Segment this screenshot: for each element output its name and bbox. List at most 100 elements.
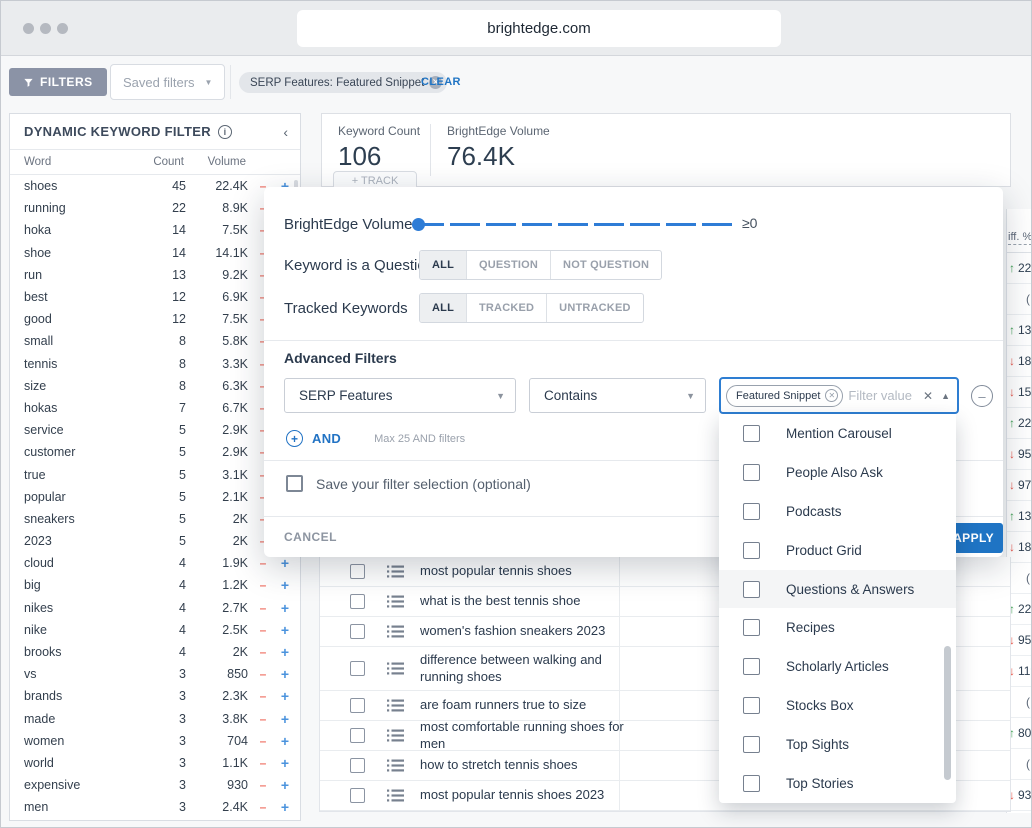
exclude-word-button[interactable]: – (250, 712, 276, 726)
info-icon[interactable]: i (218, 125, 232, 139)
question-option-question[interactable]: QUESTION (467, 251, 551, 279)
active-filter-chip[interactable]: SERP Features: Featured Snippet ✕ (239, 72, 447, 93)
include-word-button[interactable]: + (276, 577, 294, 593)
option-checkbox[interactable] (743, 581, 760, 598)
clear-values-icon[interactable]: ✕ (923, 389, 933, 403)
volume-slider[interactable] (414, 222, 734, 227)
dropdown-option[interactable]: People Also Ask (719, 453, 956, 492)
dropdown-option[interactable]: Mention Carousel (719, 414, 956, 453)
option-checkbox[interactable] (743, 658, 760, 675)
add-and-filter-button[interactable]: AND (312, 431, 341, 446)
option-checkbox[interactable] (743, 542, 760, 559)
include-word-button[interactable]: + (276, 600, 294, 616)
diff-value-text: 80% (1018, 726, 1032, 740)
include-word-button[interactable]: + (276, 644, 294, 660)
exclude-word-button[interactable]: – (250, 734, 276, 748)
diff-value-text: 22% (1018, 416, 1032, 430)
option-checkbox[interactable] (743, 736, 760, 753)
include-word-button[interactable]: + (276, 555, 294, 571)
row-checkbox[interactable] (350, 698, 365, 713)
chevron-up-icon[interactable]: ▲ (941, 391, 950, 401)
dropdown-option[interactable]: Top Sights (719, 725, 956, 764)
keyword-count: 3 (138, 734, 186, 748)
operator-select[interactable]: Contains ▼ (529, 378, 706, 413)
exclude-word-button[interactable]: – (250, 623, 276, 637)
remove-value-icon[interactable]: ✕ (825, 389, 838, 402)
keyword-volume: 22.4K (186, 179, 250, 193)
exclude-word-button[interactable]: – (250, 556, 276, 570)
diff-value-text: 18% (1018, 540, 1032, 554)
window-control-dot[interactable] (57, 23, 68, 34)
up-arrow-icon: ↑ (1009, 261, 1015, 275)
stats-card: Keyword Count 106 BrightEdge Volume 76.4… (321, 113, 1011, 187)
include-word-button[interactable]: + (276, 777, 294, 793)
up-arrow-icon: ↑ (1009, 416, 1015, 430)
serp-features-dropdown: Mention Carousel People Also Ask Podcast… (719, 414, 956, 803)
option-checkbox[interactable] (743, 619, 760, 636)
dropdown-option[interactable]: Product Grid (719, 531, 956, 570)
remove-filter-row-button[interactable]: – (971, 385, 993, 407)
keyword-count: 12 (138, 312, 186, 326)
exclude-word-button[interactable]: – (250, 756, 276, 770)
column-header-volume: Volume (184, 156, 248, 168)
window-control-dot[interactable] (23, 23, 34, 34)
row-checkbox[interactable] (350, 661, 365, 676)
keyword-count-label: Keyword Count (338, 124, 420, 138)
include-word-button[interactable]: + (276, 799, 294, 815)
row-checkbox[interactable] (350, 624, 365, 639)
tracked-option-untracked[interactable]: UNTRACKED (547, 294, 642, 322)
include-word-button[interactable]: + (276, 733, 294, 749)
filter-value-multiselect[interactable]: Featured Snippet ✕ ✕ ▲ (719, 377, 959, 414)
selected-value-chip[interactable]: Featured Snippet ✕ (726, 385, 843, 407)
option-checkbox[interactable] (743, 425, 760, 442)
cancel-button[interactable]: CANCEL (284, 530, 337, 544)
exclude-word-button[interactable]: – (250, 778, 276, 792)
include-word-button[interactable]: + (276, 755, 294, 771)
dropdown-option[interactable]: Scholarly Articles (719, 647, 956, 686)
dropdown-scrollbar[interactable] (944, 646, 951, 780)
dropdown-option[interactable]: Podcasts (719, 492, 956, 531)
filter-value-input[interactable] (848, 388, 918, 403)
dropdown-option[interactable]: Recipes (719, 608, 956, 647)
option-checkbox[interactable] (743, 503, 760, 520)
filters-button[interactable]: FILTERS (9, 68, 107, 96)
dropdown-option[interactable]: Stocks Box (719, 686, 956, 725)
collapse-panel-icon[interactable]: ‹ (283, 124, 288, 140)
tracked-option-tracked[interactable]: TRACKED (467, 294, 547, 322)
include-word-button[interactable]: + (276, 622, 294, 638)
slider-handle[interactable] (412, 218, 425, 231)
tracked-option-all[interactable]: ALL (420, 294, 467, 322)
row-checkbox[interactable] (350, 564, 365, 579)
dropdown-option[interactable]: Questions & Answers (719, 570, 956, 609)
row-checkbox[interactable] (350, 788, 365, 803)
row-checkbox[interactable] (350, 594, 365, 609)
option-checkbox[interactable] (743, 464, 760, 481)
keyword-count: 13 (138, 268, 186, 282)
include-word-button[interactable]: + (276, 688, 294, 704)
option-checkbox[interactable] (743, 775, 760, 792)
exclude-word-button[interactable]: – (250, 601, 276, 615)
question-option-all[interactable]: ALL (420, 251, 467, 279)
row-checkbox[interactable] (350, 758, 365, 773)
window-control-dot[interactable] (40, 23, 51, 34)
question-option-not-question[interactable]: NOT QUESTION (551, 251, 661, 279)
exclude-word-button[interactable]: – (250, 645, 276, 659)
diff-column-header[interactable]: iff. % (1007, 209, 1032, 253)
field-select[interactable]: SERP Features ▼ (284, 378, 516, 413)
save-filter-checkbox[interactable] (286, 475, 303, 492)
row-checkbox[interactable] (350, 728, 365, 743)
keyword-word: women (24, 734, 138, 748)
address-bar[interactable]: brightedge.com (297, 10, 781, 47)
exclude-word-button[interactable]: – (250, 800, 276, 814)
exclude-word-button[interactable]: – (250, 578, 276, 592)
dropdown-option[interactable]: Top Stories (719, 764, 956, 803)
clear-filters-link[interactable]: CLEAR (421, 76, 461, 88)
saved-filters-dropdown[interactable]: Saved filters ▼ (110, 64, 225, 100)
keyword-count: 14 (138, 246, 186, 260)
slider-track[interactable] (414, 223, 734, 226)
include-word-button[interactable]: + (276, 711, 294, 727)
exclude-word-button[interactable]: – (250, 667, 276, 681)
exclude-word-button[interactable]: – (250, 689, 276, 703)
include-word-button[interactable]: + (276, 666, 294, 682)
option-checkbox[interactable] (743, 697, 760, 714)
